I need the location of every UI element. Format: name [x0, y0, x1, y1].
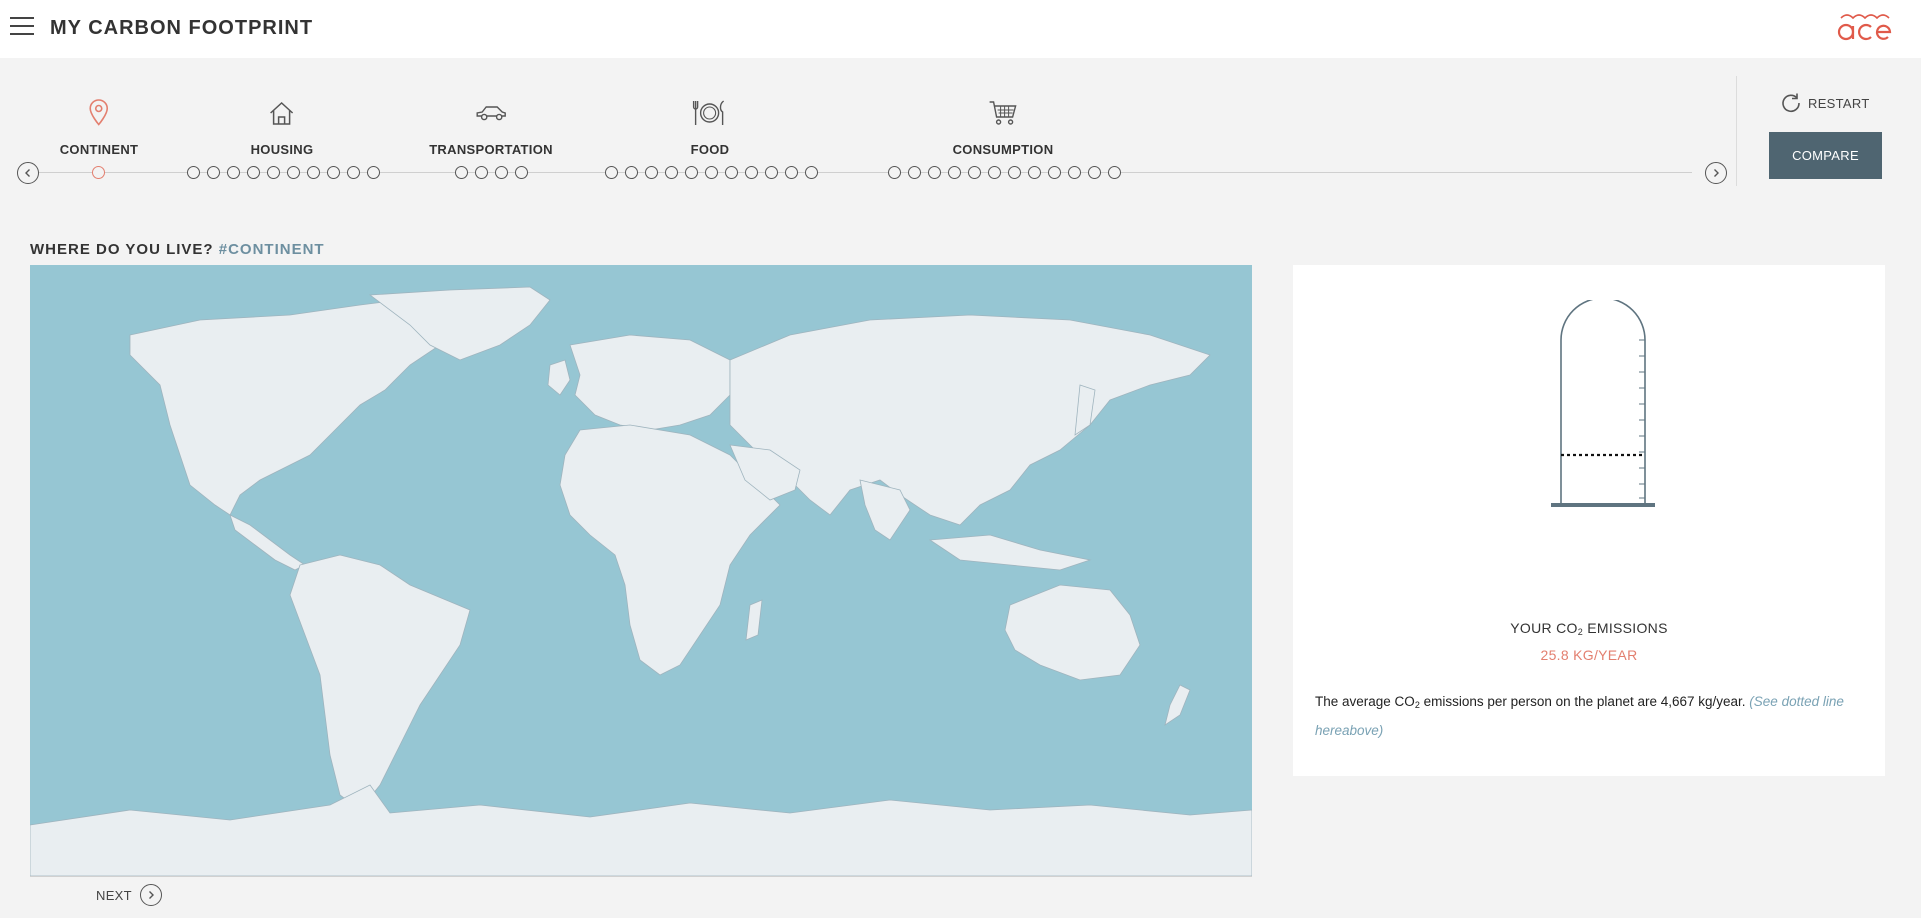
step-dot[interactable] [805, 166, 818, 179]
step-dot[interactable] [327, 166, 340, 179]
car-icon [429, 96, 553, 130]
step-dot[interactable] [187, 166, 200, 179]
step-dot[interactable] [928, 166, 941, 179]
question-heading: WHERE DO YOU LIVE? #CONTINENT [30, 241, 325, 258]
step-continent[interactable]: CONTINENT [60, 96, 139, 157]
step-dot[interactable] [705, 166, 718, 179]
continent-uk [547, 359, 571, 396]
step-label-consumption: CONSUMPTION [952, 142, 1054, 157]
step-label-transportation: TRANSPORTATION [429, 142, 553, 157]
step-dot[interactable] [367, 166, 380, 179]
step-dot[interactable] [1108, 166, 1121, 179]
step-dot[interactable] [725, 166, 738, 179]
emissions-title: YOUR CO2 EMISSIONS [1510, 620, 1668, 637]
step-dot[interactable] [785, 166, 798, 179]
hamburger-menu-icon[interactable] [10, 17, 34, 37]
step-dot[interactable] [455, 166, 468, 179]
continent-asia [729, 314, 1211, 526]
step-label-continent: CONTINENT [59, 142, 139, 157]
emissions-thermometer [1551, 300, 1655, 507]
step-dot[interactable] [1088, 166, 1101, 179]
step-dots-food [605, 166, 818, 179]
step-label-housing: HOUSING [250, 142, 314, 157]
emissions-panel: YOUR CO2 EMISSIONS 25.8 KG/YEAR The aver… [1293, 265, 1885, 776]
step-dot[interactable] [1008, 166, 1021, 179]
location-pin-icon [60, 96, 139, 130]
step-dots-continent [92, 166, 105, 179]
emissions-value: 25.8 KG/YEAR [1540, 647, 1638, 663]
step-dot[interactable] [745, 166, 758, 179]
shopping-cart-icon [953, 96, 1054, 130]
step-dot[interactable] [888, 166, 901, 179]
step-dots-transportation [455, 166, 528, 179]
chevron-right-icon [139, 884, 162, 906]
step-dot[interactable] [307, 166, 320, 179]
step-dot[interactable] [948, 166, 961, 179]
app-header: MY CARBON FOOTPRINT [0, 0, 1921, 58]
next-arrow-icon[interactable] [1705, 162, 1727, 184]
progress-steps: CONTINENT HOUSING TRANSPORTATION FOOD CO… [0, 76, 1736, 196]
step-dot[interactable] [1028, 166, 1041, 179]
step-dot[interactable] [605, 166, 618, 179]
compare-button[interactable]: COMPARE [1769, 132, 1882, 179]
continent-new-zealand [1164, 684, 1191, 726]
app-title: MY CARBON FOOTPRINT [50, 17, 314, 39]
step-dot[interactable] [988, 166, 1001, 179]
step-dot[interactable] [267, 166, 280, 179]
restart-icon [1782, 93, 1800, 113]
restart-button[interactable]: RESTART [1780, 92, 1870, 114]
world-map-graphic [30, 286, 1252, 876]
step-dot[interactable] [92, 166, 105, 179]
step-dot[interactable] [908, 166, 921, 179]
step-dot[interactable] [227, 166, 240, 179]
step-dot[interactable] [625, 166, 638, 179]
continent-central-america [229, 514, 306, 571]
step-dot[interactable] [645, 166, 658, 179]
step-dot[interactable] [685, 166, 698, 179]
continent-australia [1004, 584, 1141, 681]
step-consumption[interactable]: CONSUMPTION [953, 96, 1054, 157]
continent-madagascar [745, 599, 763, 641]
next-label: NEXT [96, 887, 132, 903]
step-dot[interactable] [287, 166, 300, 179]
map-bottom-divider [30, 876, 1252, 877]
step-housing[interactable]: HOUSING [251, 96, 314, 157]
continent-antarctica [30, 784, 1252, 876]
house-icon [251, 96, 314, 130]
plate-cutlery-icon [691, 96, 730, 130]
question-text: WHERE DO YOU LIVE? [30, 241, 214, 258]
step-dot[interactable] [347, 166, 360, 179]
world-map[interactable] [30, 265, 1252, 876]
step-food[interactable]: FOOD [691, 96, 730, 157]
continent-europe [569, 334, 731, 431]
step-dot[interactable] [515, 166, 528, 179]
step-dot[interactable] [968, 166, 981, 179]
step-dots-housing [187, 166, 380, 179]
step-label-food: FOOD [690, 142, 730, 157]
step-dots-consumption [888, 166, 1121, 179]
continent-south-america [289, 554, 471, 811]
step-dot[interactable] [207, 166, 220, 179]
step-dot[interactable] [1068, 166, 1081, 179]
restart-label: RESTART [1808, 95, 1870, 111]
step-dot[interactable] [475, 166, 488, 179]
step-dot[interactable] [765, 166, 778, 179]
step-transportation[interactable]: TRANSPORTATION [429, 96, 553, 157]
step-dot[interactable] [247, 166, 260, 179]
average-emissions-text: The average CO2 emissions per person on … [1315, 694, 1844, 738]
toolbar-divider [1736, 76, 1737, 186]
step-dot[interactable] [495, 166, 508, 179]
continent-indonesia [928, 534, 1092, 571]
next-button[interactable]: NEXT [96, 884, 162, 906]
step-dot[interactable] [665, 166, 678, 179]
previous-arrow-icon[interactable] [17, 162, 39, 184]
question-hashtag: #CONTINENT [218, 241, 325, 258]
ace-logo [1837, 14, 1892, 41]
step-dot[interactable] [1048, 166, 1061, 179]
